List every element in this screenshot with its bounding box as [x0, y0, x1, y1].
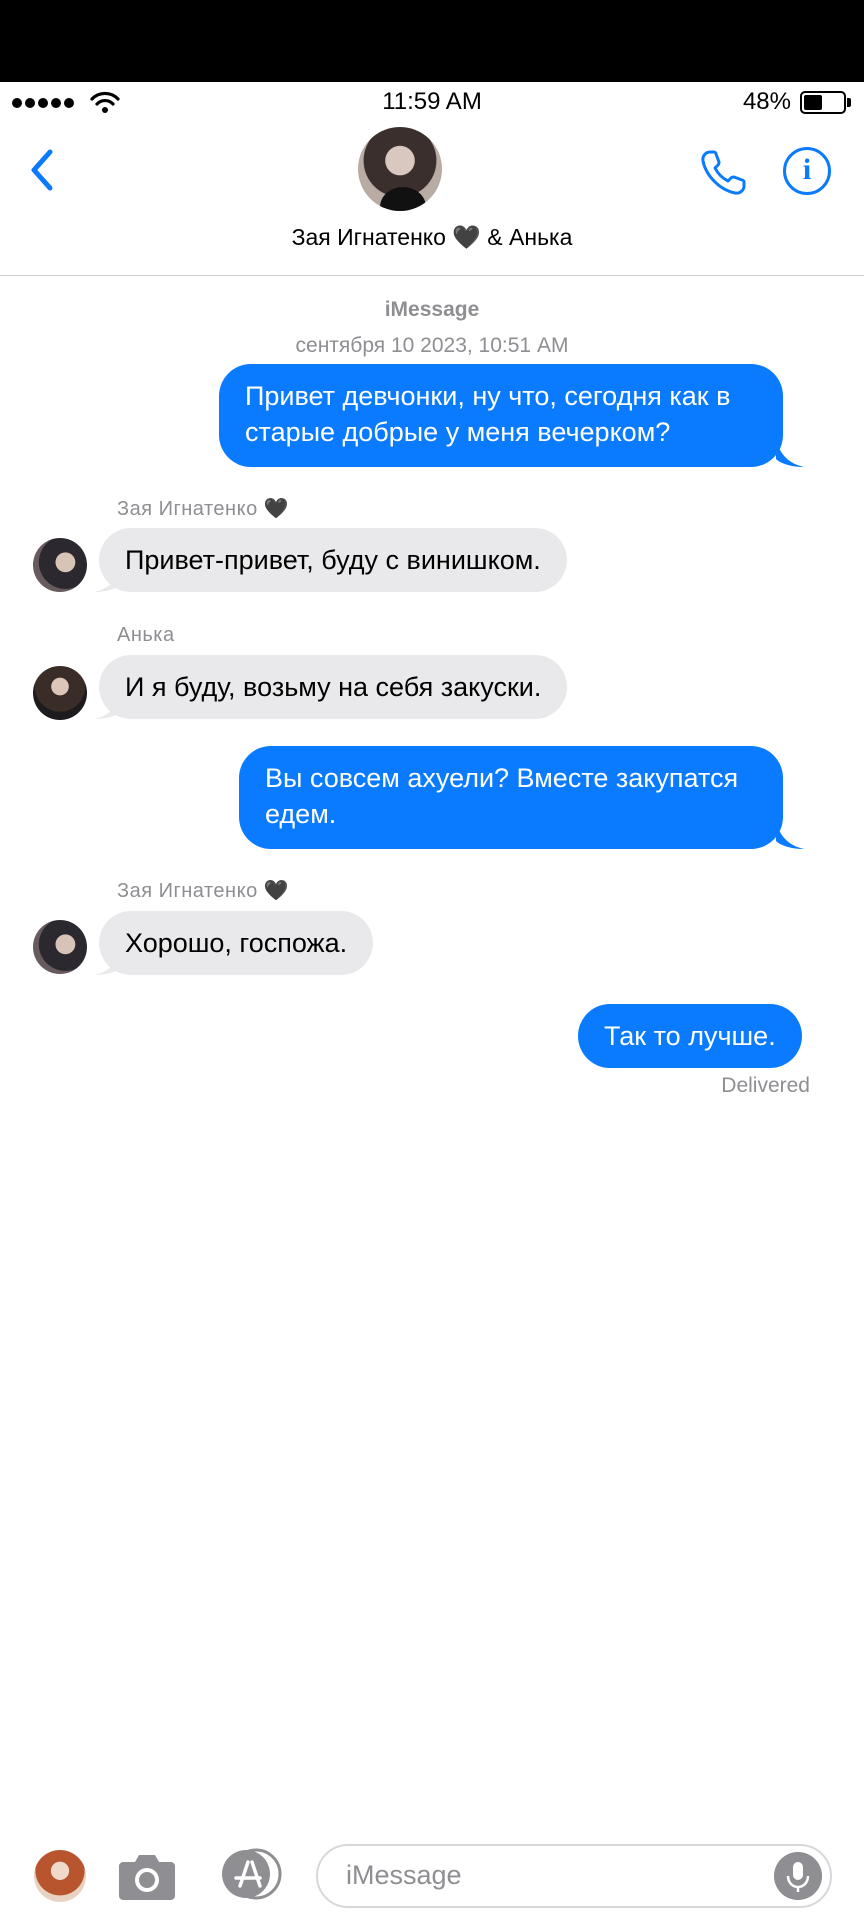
incoming-message-bubble[interactable]: И я буду, возьму на себя закуски. — [99, 655, 568, 719]
group-avatars[interactable] — [355, 124, 505, 214]
info-button[interactable]: i — [783, 147, 831, 195]
message-input-placeholder: iMessage — [346, 1860, 462, 1890]
bubble-tail — [776, 437, 804, 467]
bubble-tail — [94, 945, 122, 975]
battery-fill — [804, 95, 822, 110]
avatar-anka — [355, 124, 445, 214]
sender-name: Зая Игнатенко 🖤 — [117, 880, 290, 902]
outgoing-message-bubble[interactable]: Вы совсем ахуели? Вместе закупатся едем. — [239, 746, 783, 849]
incoming-message-bubble[interactable]: Хорошо, госпожа. — [99, 911, 374, 975]
app-store-icon[interactable] — [216, 1848, 284, 1900]
sender-avatar[interactable] — [33, 666, 87, 720]
delivery-status: Delivered — [721, 1074, 810, 1097]
message-timestamp: сентября 10 2023, 10:51 AM — [295, 334, 569, 357]
status-time: 11:59 AM — [382, 88, 482, 115]
sender-name: Анька — [117, 624, 175, 646]
service-label: iMessage — [384, 298, 480, 321]
conversation-header: Зая Игнатенко 🖤 & Анька i — [0, 122, 864, 276]
back-button[interactable] — [24, 142, 64, 198]
outgoing-message-bubble[interactable]: Так то лучше. — [578, 1004, 802, 1068]
sender-avatar[interactable] — [33, 538, 87, 592]
battery-percent: 48% — [742, 88, 791, 115]
conversation-title[interactable]: Зая Игнатенко 🖤 & Анька — [0, 224, 864, 251]
sender-name: Зая Игнатенко 🖤 — [117, 498, 290, 520]
sender-avatar[interactable] — [33, 920, 87, 974]
outgoing-message-bubble[interactable]: Привет девчонки, ну что, сегодня как в с… — [219, 364, 783, 467]
bubble-tail — [94, 689, 122, 719]
user-avatar[interactable] — [34, 1850, 86, 1902]
incoming-message-bubble[interactable]: Привет-привет, буду с винишком. — [99, 528, 567, 592]
microphone-icon[interactable] — [774, 1852, 822, 1900]
message-composer: iMessage — [0, 1836, 864, 1920]
camera-icon[interactable] — [117, 1850, 177, 1902]
bubble-tail — [776, 819, 804, 849]
message-input[interactable]: iMessage — [316, 1844, 832, 1908]
status-bar: 11:59 AM 48% — [0, 82, 864, 122]
battery-tip — [847, 98, 851, 107]
bubble-tail — [94, 562, 122, 592]
phone-icon[interactable] — [698, 146, 750, 198]
top-black-bar — [0, 0, 864, 82]
battery-icon — [800, 91, 846, 114]
